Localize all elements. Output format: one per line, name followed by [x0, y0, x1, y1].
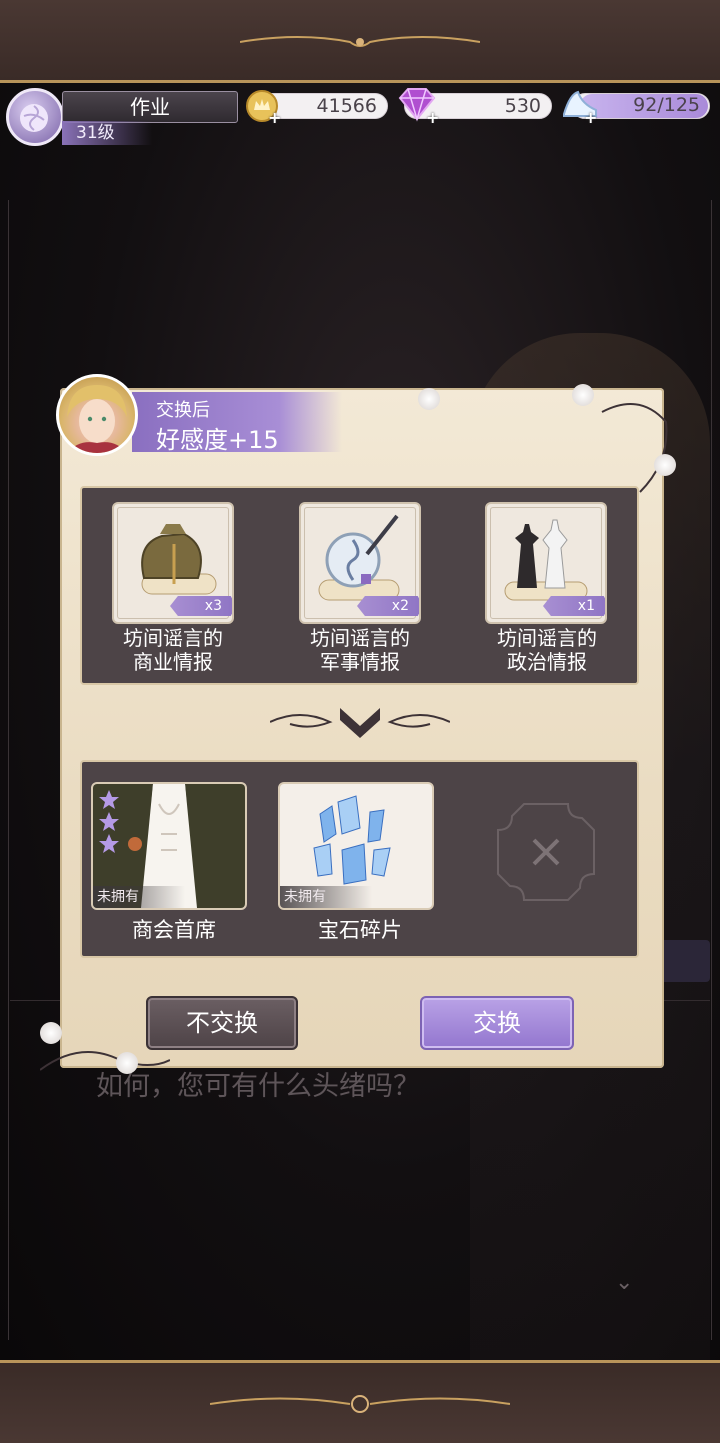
- star-rating-icon: [99, 790, 119, 853]
- left-frame-line: [8, 200, 9, 1340]
- qty-badge: x1: [543, 596, 605, 616]
- add-gold-button[interactable]: +: [268, 108, 281, 127]
- qty-badge: x3: [170, 596, 232, 616]
- player-level: 31级: [62, 121, 152, 145]
- chevron-down-icon[interactable]: ⌄: [615, 1270, 633, 1295]
- gold-ornament-icon: [240, 36, 480, 47]
- not-owned-tag: 未拥有: [280, 886, 372, 908]
- add-diamond-button[interactable]: +: [426, 108, 439, 127]
- add-stamina-button[interactable]: +: [584, 108, 597, 127]
- character-portrait: [56, 374, 138, 456]
- rose-icon: [20, 104, 48, 132]
- item-label-line1: 坊间谣言的: [123, 626, 223, 650]
- affinity-title: 交换后: [156, 400, 210, 421]
- white-rose-icon: [40, 1022, 62, 1044]
- reward-gem-shards[interactable]: 未拥有: [278, 782, 434, 910]
- item-label-line1: 坊间谣言的: [310, 626, 410, 650]
- not-owned-tag: 未拥有: [93, 886, 185, 908]
- item-label-line2: 军事情报: [320, 650, 400, 674]
- empty-slot-icon: [497, 803, 595, 901]
- affinity-value: 好感度+15: [156, 426, 279, 454]
- item-label-line2: 政治情报: [507, 650, 587, 674]
- white-rose-icon: [116, 1052, 138, 1074]
- white-rose-icon: [572, 384, 594, 406]
- character-face-icon: [67, 385, 127, 453]
- cost-item-military[interactable]: x2: [299, 502, 421, 624]
- item-label-line2: 商业情报: [133, 650, 213, 674]
- right-frame-line: [711, 200, 712, 1340]
- bottom-frame: [0, 1360, 720, 1443]
- top-frame: [0, 0, 720, 83]
- white-rose-icon: [418, 388, 440, 410]
- reward-label: 商会首席: [132, 918, 216, 942]
- gold-ornament-icon: [210, 1395, 510, 1413]
- cost-item-political[interactable]: x1: [485, 502, 607, 624]
- decline-button[interactable]: 不交换: [146, 996, 298, 1050]
- reward-label: 宝石碎片: [318, 918, 402, 942]
- exchange-arrow-icon: [270, 708, 450, 738]
- player-name: 作业: [62, 91, 238, 123]
- item-label-line1: 坊间谣言的: [497, 626, 597, 650]
- exchange-button[interactable]: 交换: [420, 996, 574, 1050]
- reward-outfit[interactable]: 未拥有: [91, 782, 247, 910]
- cost-item-commercial[interactable]: x3: [112, 502, 234, 624]
- qty-badge: x2: [357, 596, 419, 616]
- white-rose-icon: [654, 454, 676, 476]
